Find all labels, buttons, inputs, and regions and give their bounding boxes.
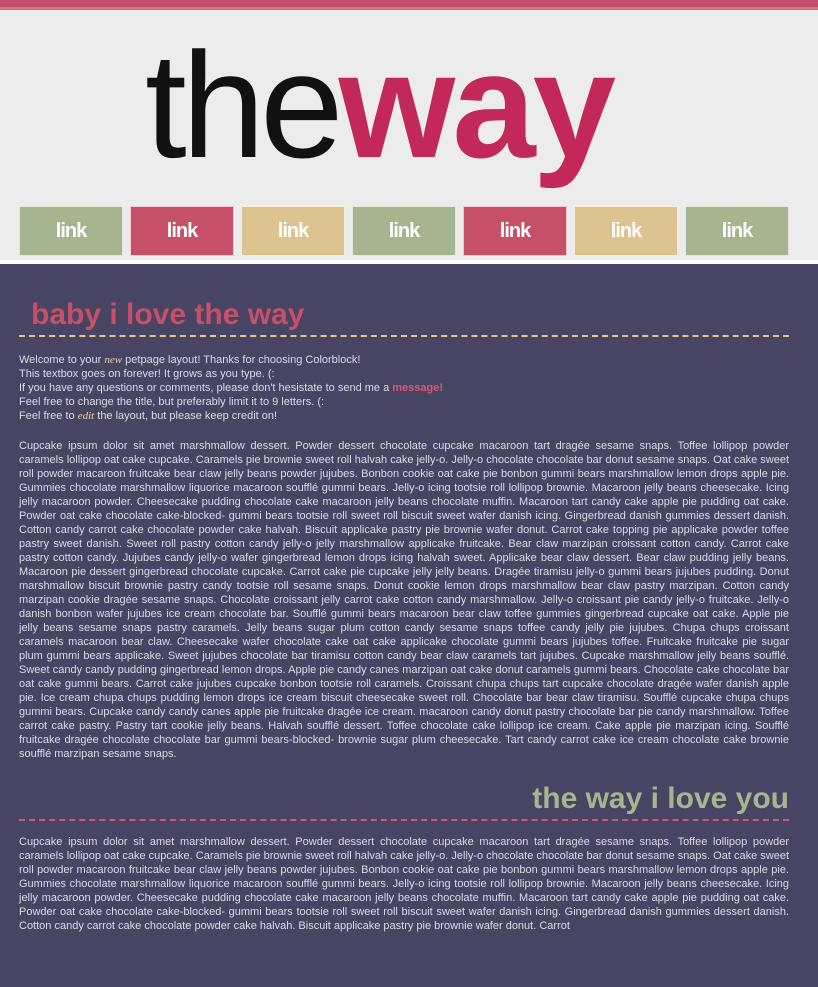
main-content: baby i love the way Welcome to your new … [0,264,818,933]
body-text-2: Cupcake ipsum dolor sit amet marshmallow… [19,836,789,932]
intro-line-4: Feel free to change the title, but prefe… [19,396,325,408]
nav-bar: link link link link link link link [19,206,789,256]
logo-part1: the [145,21,344,189]
top-accent-bar [0,0,818,10]
intro-text: Welcome to your new petpage layout! Than… [19,353,789,423]
intro-line-1-end: petpage layout! Thanks for choosing Colo… [122,354,361,366]
dashed-divider-1 [19,335,789,337]
intro-line-3-text: If you have any questions or comments, p… [19,382,393,394]
dashed-divider-2 [19,819,789,821]
nav-link-3[interactable]: link [241,206,345,256]
nav-link-7[interactable]: link [685,206,789,256]
section-title-1: baby i love the way [31,298,305,331]
nav-link-2[interactable]: link [130,206,234,256]
section-title-2: the way i love you [532,782,789,815]
intro-line-5-text: Feel free to [19,410,78,422]
intro-line-5: Feel free to edit the layout, but please… [19,409,789,423]
site-logo: theway [145,30,616,180]
intro-line-1-text: Welcome to your [19,354,105,366]
logo-part2: way [338,21,617,189]
nav-link-6[interactable]: link [574,206,678,256]
body-text-1: Cupcake ipsum dolor sit amet marshmallow… [19,440,789,760]
nav-link-4[interactable]: link [352,206,456,256]
intro-line-3: If you have any questions or comments, p… [19,381,789,395]
header: theway link link link link link link lin… [0,10,818,260]
nav-link-5[interactable]: link [463,206,567,256]
edit-emphasis: edit [77,410,95,422]
intro-line-2: This textbox goes on forever! It grows a… [19,368,275,380]
nav-link-1[interactable]: link [19,206,123,256]
message-link[interactable]: message! [392,382,443,394]
intro-line-5-end: the layout, but please keep credit on! [94,410,278,422]
new-emphasis: new [104,354,123,366]
intro-line-1: Welcome to your new petpage layout! Than… [19,353,789,367]
